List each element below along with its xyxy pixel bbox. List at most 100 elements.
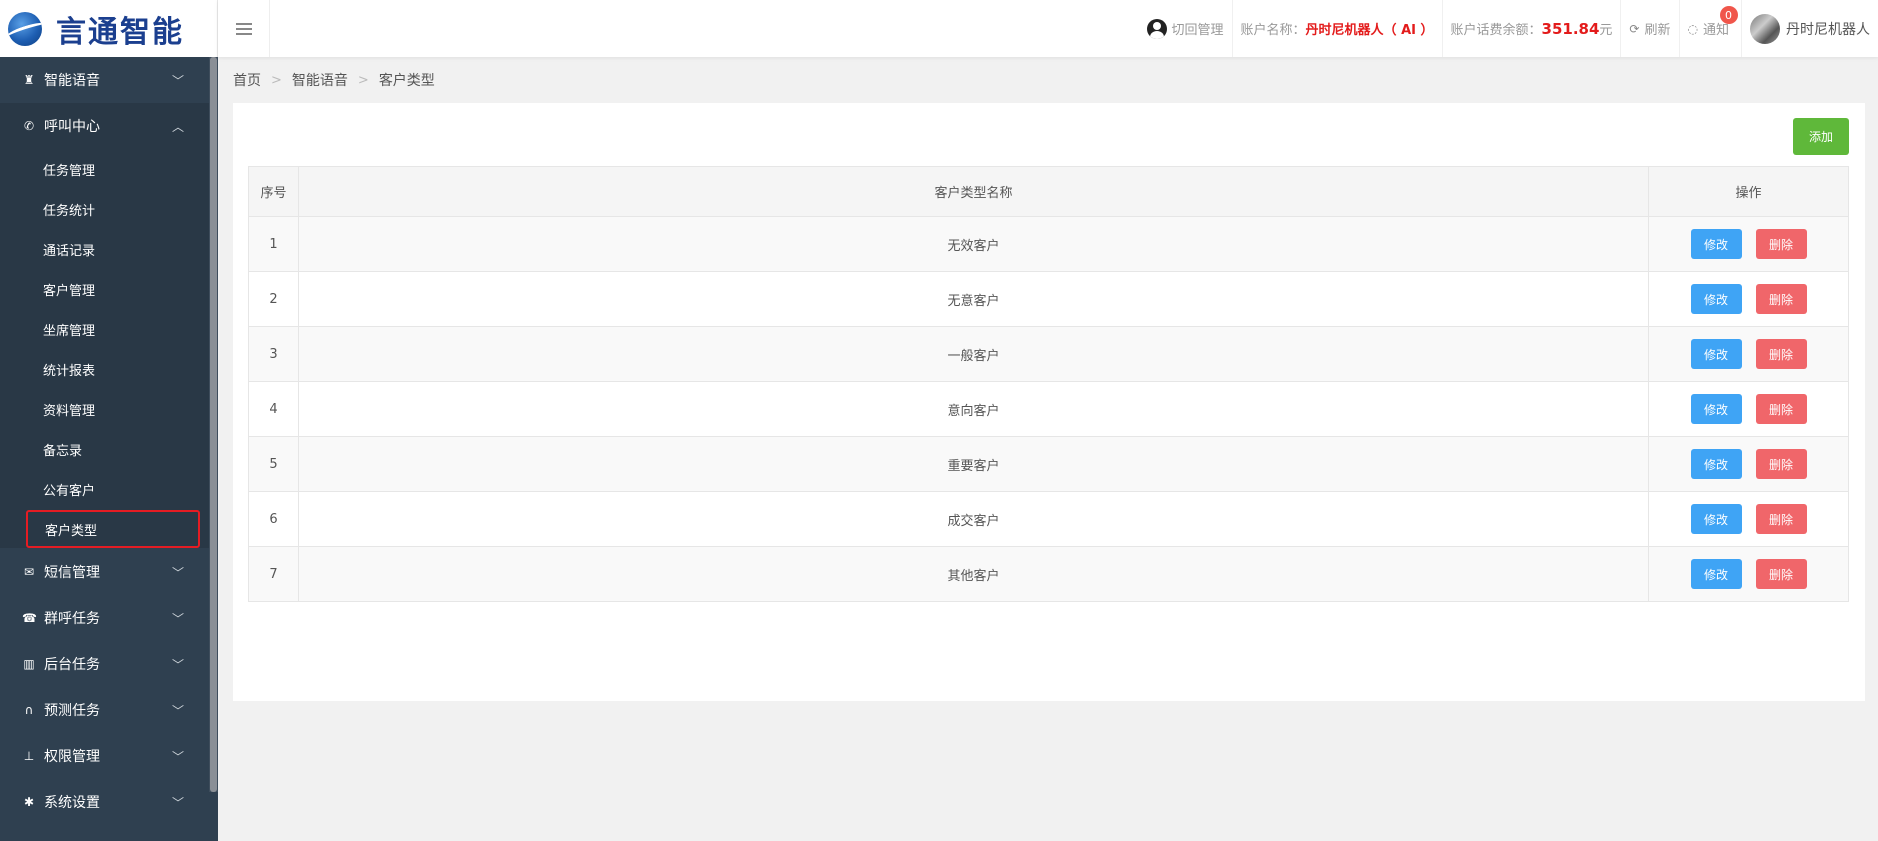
sidebar-item-task-stats[interactable]: 任务统计 <box>0 189 218 229</box>
edit-button[interactable]: 修改 <box>1690 339 1742 369</box>
refresh-button[interactable]: ⟳ 刷新 <box>1620 0 1678 57</box>
main-content: 首页 > 智能语音 > 客户类型 添加 序号 客户类型名称 操作 1 无效客户 … <box>218 57 1878 841</box>
account-name-info: 账户名称： 丹时尼机器人（ AI ） <box>1231 0 1442 57</box>
telephone-icon: ☎ <box>22 611 37 625</box>
sidebar-group-label: 呼叫中心 <box>44 119 100 135</box>
sidebar-item-reports[interactable]: 统计报表 <box>0 349 218 389</box>
sidebar-group-background-tasks[interactable]: ▥ 后台任务 ﹀ <box>0 641 218 687</box>
notify-badge: 0 <box>1719 6 1738 24</box>
row-type-name: 其他客户 <box>298 546 1649 602</box>
add-button[interactable]: 添加 <box>1793 118 1849 155</box>
account-name-label: 账户名称： <box>1240 23 1306 38</box>
logo-text: 言通智能 <box>56 14 184 50</box>
sidebar-group-label: 系统设置 <box>44 795 100 811</box>
content-panel: 添加 序号 客户类型名称 操作 1 无效客户 修改 删除 2 无意客户 修改 删… <box>233 103 1865 701</box>
sidebar-item-customer-manage[interactable]: 客户管理 <box>0 269 218 309</box>
edit-button[interactable]: 修改 <box>1690 394 1742 424</box>
row-actions: 修改 删除 <box>1648 436 1849 492</box>
row-actions: 修改 删除 <box>1648 326 1849 382</box>
chevron-down-icon: ﹀ <box>171 703 184 718</box>
robot-icon: ♜ <box>23 73 35 87</box>
logo[interactable]: 言通智能 <box>0 0 218 57</box>
sidebar-item-materials[interactable]: 资料管理 <box>0 389 218 429</box>
top-bar: 切回管理 账户名称： 丹时尼机器人（ AI ） 账户话费余额： 351.84 元… <box>218 0 1878 57</box>
chevron-down-icon: ﹀ <box>171 795 184 810</box>
delete-button[interactable]: 删除 <box>1755 339 1807 369</box>
sidebar-group-label: 短信管理 <box>44 565 100 581</box>
sitemap-icon: ⊥ <box>23 749 35 763</box>
chevron-down-icon: ﹀ <box>171 565 184 580</box>
row-index: 2 <box>248 271 299 327</box>
logo-globe-icon <box>8 11 42 46</box>
delete-button[interactable]: 删除 <box>1755 449 1807 479</box>
breadcrumb-separator-icon: > <box>357 72 369 88</box>
row-index: 7 <box>248 546 299 602</box>
sidebar-submenu-call-center: 任务管理 任务统计 通话记录 客户管理 坐席管理 统计报表 资料管理 备忘录 公… <box>0 149 218 548</box>
row-actions: 修改 删除 <box>1648 491 1849 547</box>
breadcrumb-section[interactable]: 智能语音 <box>292 70 348 90</box>
sidebar-item-seat-manage[interactable]: 坐席管理 <box>0 309 218 349</box>
hamburger-icon <box>235 27 252 30</box>
breadcrumb-current: 客户类型 <box>378 73 435 89</box>
sidebar-group-permissions[interactable]: ⊥ 权限管理 ﹀ <box>0 733 218 779</box>
chevron-up-icon: ︿ <box>171 119 184 134</box>
sidebar-group-call-center[interactable]: ✆ 呼叫中心 ︿ <box>0 103 218 149</box>
delete-button[interactable]: 删除 <box>1755 559 1807 589</box>
table-row: 6 成交客户 修改 删除 <box>248 491 1849 547</box>
row-actions: 修改 删除 <box>1648 546 1849 602</box>
account-name-value: 丹时尼机器人（ AI ） <box>1305 23 1434 38</box>
row-index: 4 <box>248 381 299 437</box>
sidebar-item-task-manage[interactable]: 任务管理 <box>0 149 218 189</box>
menu-toggle-button[interactable] <box>218 0 270 57</box>
chat-bubble-icon: ◌ <box>1687 21 1698 36</box>
balance-info: 账户话费余额： 351.84 元 <box>1441 0 1621 57</box>
delete-button[interactable]: 删除 <box>1755 394 1807 424</box>
row-index: 5 <box>248 436 299 492</box>
breadcrumb-home[interactable]: 首页 <box>233 70 261 90</box>
table-header-row: 序号 客户类型名称 操作 <box>248 166 1849 217</box>
sidebar-group-label: 预测任务 <box>44 703 100 719</box>
edit-button[interactable]: 修改 <box>1690 229 1742 259</box>
sidebar-group-sms[interactable]: ✉ 短信管理 ﹀ <box>0 549 218 595</box>
edit-button[interactable]: 修改 <box>1690 449 1742 479</box>
row-type-name: 一般客户 <box>298 326 1649 382</box>
edit-button[interactable]: 修改 <box>1690 559 1742 589</box>
user-circle-icon <box>1146 18 1167 39</box>
delete-button[interactable]: 删除 <box>1755 229 1807 259</box>
table-row: 3 一般客户 修改 删除 <box>248 326 1849 382</box>
sidebar-scrollbar[interactable] <box>209 57 218 792</box>
table-row: 4 意向客户 修改 删除 <box>248 381 1849 437</box>
delete-button[interactable]: 删除 <box>1755 284 1807 314</box>
delete-button[interactable]: 删除 <box>1755 504 1807 534</box>
row-actions: 修改 删除 <box>1648 381 1849 437</box>
row-index: 3 <box>248 326 299 382</box>
avatar <box>1750 13 1780 44</box>
header-index: 序号 <box>248 166 299 217</box>
sidebar-item-memo[interactable]: 备忘录 <box>0 429 218 469</box>
sidebar-group-smart-voice[interactable]: ♜ 智能语音 ﹀ <box>0 57 218 103</box>
sidebar-item-public-customers[interactable]: 公有客户 <box>0 469 218 509</box>
header-type-name: 客户类型名称 <box>298 166 1649 217</box>
row-type-name: 成交客户 <box>298 491 1649 547</box>
edit-button[interactable]: 修改 <box>1690 284 1742 314</box>
notify-button[interactable]: ◌ 通知 0 <box>1678 0 1742 57</box>
header-actions: 操作 <box>1648 166 1849 217</box>
row-actions: 修改 删除 <box>1648 271 1849 327</box>
sidebar: ♜ 智能语音 ﹀ ✆ 呼叫中心 ︿ 任务管理 任务统计 通话记录 客户管理 坐席… <box>0 57 218 841</box>
switch-manage-link[interactable]: 切回管理 <box>1139 0 1232 57</box>
edit-button[interactable]: 修改 <box>1690 504 1742 534</box>
row-type-name: 重要客户 <box>298 436 1649 492</box>
chevron-down-icon: ﹀ <box>171 749 184 764</box>
row-type-name: 意向客户 <box>298 381 1649 437</box>
sidebar-group-group-call[interactable]: ☎ 群呼任务 ﹀ <box>0 595 218 641</box>
sidebar-group-predict-tasks[interactable]: ∩ 预测任务 ﹀ <box>0 687 218 733</box>
sidebar-group-label: 智能语音 <box>44 73 100 89</box>
breadcrumb-separator-icon: > <box>271 72 282 88</box>
sidebar-item-customer-type[interactable]: 客户类型 <box>26 510 200 548</box>
user-menu[interactable]: 丹时尼机器人 <box>1741 0 1878 57</box>
sidebar-group-settings[interactable]: ✱ 系统设置 ﹀ <box>0 779 218 825</box>
table-row: 5 重要客户 修改 删除 <box>248 436 1849 492</box>
sidebar-item-call-records[interactable]: 通话记录 <box>0 229 218 269</box>
row-index: 1 <box>248 216 299 272</box>
table-row: 1 无效客户 修改 删除 <box>248 216 1849 272</box>
